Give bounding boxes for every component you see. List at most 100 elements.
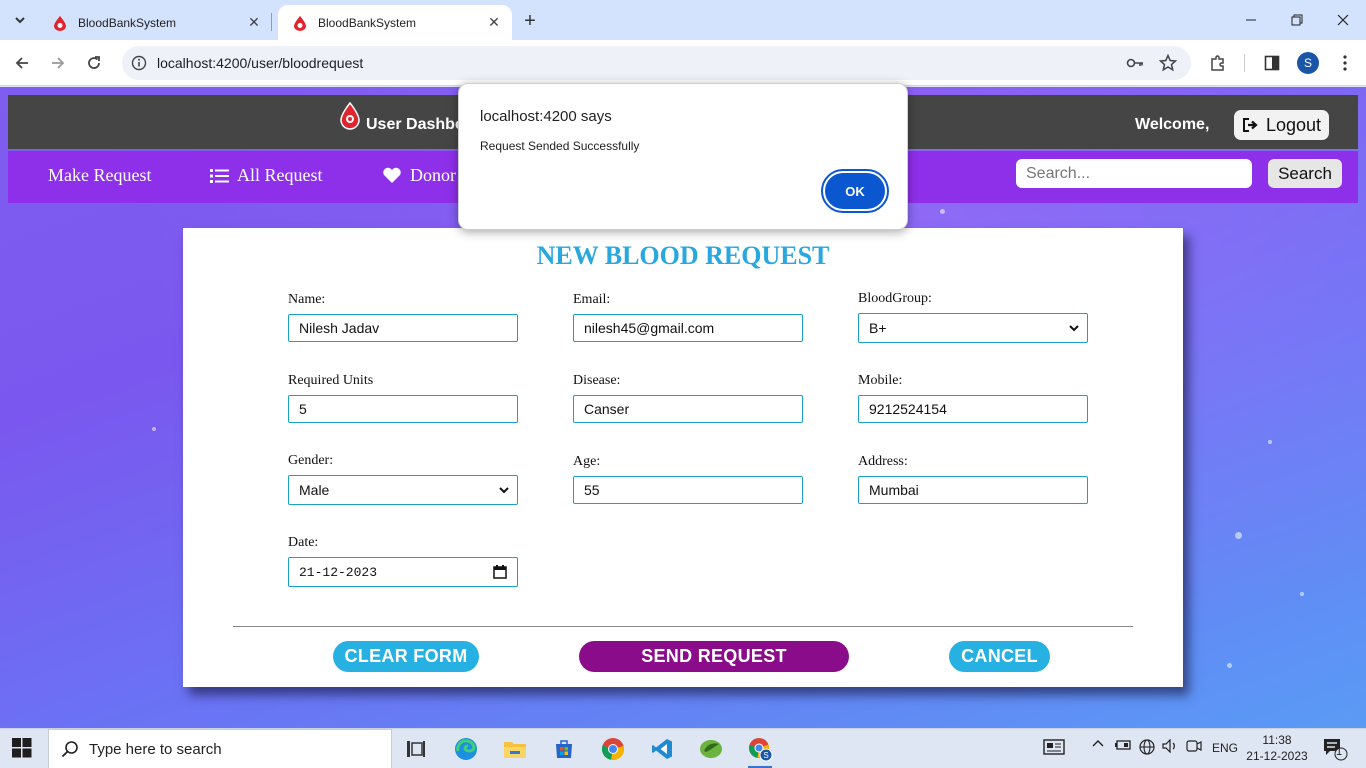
blood-drop-favicon-icon	[52, 15, 68, 31]
extensions-puzzle-icon[interactable]	[1207, 52, 1229, 74]
cancel-button[interactable]: CANCEL	[949, 641, 1050, 672]
site-info-icon[interactable]	[130, 54, 148, 72]
decorative-star	[1235, 532, 1242, 539]
tab-close-icon[interactable]: ✕	[246, 14, 262, 31]
taskbar-search-placeholder: Type here to search	[89, 740, 222, 758]
bookmark-star-icon[interactable]	[1158, 53, 1178, 73]
chrome-icon[interactable]	[593, 733, 633, 765]
units-label: Required Units	[288, 373, 374, 388]
password-key-icon[interactable]	[1125, 53, 1145, 73]
profile-avatar[interactable]: S	[1297, 52, 1319, 74]
dialog-ok-button[interactable]: OK	[821, 169, 889, 213]
date-input[interactable]: 21-12-2023	[288, 557, 518, 587]
meet-now-icon[interactable]	[1186, 739, 1202, 753]
units-input[interactable]: 5	[288, 395, 518, 423]
clock-time: 11:38	[1262, 733, 1292, 747]
search-button[interactable]: Search	[1268, 159, 1342, 188]
reload-icon[interactable]	[80, 49, 108, 77]
language-indicator[interactable]: ENG	[1212, 741, 1238, 755]
nav-make-request-label: Make Request	[48, 165, 152, 185]
nav-donor-label: Donor	[410, 165, 456, 185]
calendar-icon[interactable]	[493, 565, 507, 579]
email-label: Email:	[573, 292, 611, 307]
welcome-text: Welcome,	[1135, 116, 1210, 133]
dialog-ok-label: OK	[825, 173, 885, 209]
file-explorer-icon[interactable]	[495, 733, 535, 765]
alert-dialog: localhost:4200 says Request Sended Succe…	[458, 83, 908, 230]
bloodgroup-label: BloodGroup:	[858, 291, 932, 306]
taskbar-clock[interactable]: 11:38 21-12-2023	[1246, 732, 1308, 764]
address-bar[interactable]: localhost:4200/user/bloodrequest	[122, 46, 1191, 80]
back-arrow-icon[interactable]	[8, 49, 36, 77]
battery-icon[interactable]	[1114, 739, 1132, 751]
tab-separator	[271, 13, 272, 31]
nav-all-request[interactable]: All Request	[210, 165, 323, 186]
browser-tab-2[interactable]: BloodBankSystem ✕	[278, 5, 512, 40]
browser-toolbar: localhost:4200/user/bloodrequest S	[0, 40, 1366, 86]
tab-search-dropdown-button[interactable]	[6, 7, 34, 33]
task-view-icon[interactable]	[396, 733, 436, 765]
network-globe-icon[interactable]	[1139, 739, 1155, 755]
restore-window-icon[interactable]	[1274, 0, 1320, 40]
mobile-input[interactable]: 9212524154	[858, 395, 1088, 423]
blood-drop-favicon-icon	[292, 15, 308, 31]
name-input[interactable]: Nilesh Jadav	[288, 314, 518, 342]
edge-browser-icon[interactable]	[446, 733, 486, 765]
send-request-button[interactable]: SEND REQUEST	[579, 641, 849, 672]
tab-title: BloodBankSystem	[78, 15, 177, 30]
chevron-down-icon	[1069, 325, 1079, 332]
address-field-group: Address: Mumbai	[858, 454, 1088, 504]
spring-tool-icon[interactable]	[691, 733, 731, 765]
side-panel-icon[interactable]	[1261, 52, 1283, 74]
gender-field-group: Gender: Male	[288, 453, 518, 505]
browser-tab-bar: BloodBankSystem ✕ BloodBankSystem ✕ +	[0, 0, 1366, 40]
age-input[interactable]: 55	[573, 476, 803, 504]
toolbar-separator	[1244, 54, 1245, 72]
microsoft-store-icon[interactable]	[544, 733, 584, 765]
form-title: NEW BLOOD REQUEST	[536, 241, 830, 270]
logout-button[interactable]: Logout	[1234, 110, 1329, 140]
nav-make-request[interactable]: Make Request	[48, 165, 151, 186]
address-input[interactable]: Mumbai	[858, 476, 1088, 504]
nav-donor[interactable]: Donor	[382, 165, 456, 186]
chevron-down-icon	[15, 17, 25, 24]
speaker-volume-icon[interactable]	[1162, 739, 1178, 753]
age-label: Age:	[573, 454, 601, 469]
date-field-group: Date: 21-12-2023	[288, 535, 518, 587]
nav-all-request-label: All Request	[237, 165, 323, 185]
name-label: Name:	[288, 292, 326, 307]
search-input[interactable]	[1016, 159, 1252, 188]
bloodgroup-select[interactable]: B+	[858, 313, 1088, 343]
date-label: Date:	[288, 535, 319, 550]
more-menu-icon[interactable]	[1334, 52, 1356, 74]
decorative-star	[152, 427, 156, 431]
dashboard-title: User Dashbo	[366, 116, 465, 133]
vscode-icon[interactable]	[642, 733, 682, 765]
email-input[interactable]: nilesh45@gmail.com	[573, 314, 803, 342]
new-tab-plus-icon[interactable]: +	[518, 9, 542, 33]
forward-arrow-icon[interactable]	[44, 49, 72, 77]
chevron-up-icon[interactable]	[1092, 739, 1104, 747]
tab-close-icon[interactable]: ✕	[486, 14, 502, 31]
bloodgroup-value: B+	[869, 320, 887, 336]
clear-form-button[interactable]: CLEAR FORM	[333, 641, 479, 672]
dialog-message: Request Sended Successfully	[480, 139, 640, 153]
blood-request-form: NEW BLOOD REQUEST Name: Nilesh Jadav Ema…	[183, 228, 1183, 687]
windows-start-icon[interactable]	[12, 738, 34, 760]
news-widget-icon[interactable]	[1043, 739, 1065, 755]
decorative-star	[1300, 592, 1304, 596]
decorative-star	[1227, 663, 1232, 668]
browser-tab-1[interactable]: BloodBankSystem ✕	[38, 5, 272, 40]
url-text: localhost:4200/user/bloodrequest	[157, 55, 364, 71]
logout-label: Logout	[1265, 114, 1322, 135]
disease-label: Disease:	[573, 373, 621, 388]
minimize-window-icon[interactable]	[1228, 0, 1274, 40]
gender-select[interactable]: Male	[288, 475, 518, 505]
chevron-down-icon	[499, 487, 509, 494]
notification-center-icon[interactable]: 1	[1322, 737, 1348, 761]
disease-input[interactable]: Canser	[573, 395, 803, 423]
email-field-group: Email: nilesh45@gmail.com	[573, 292, 803, 342]
taskbar-search-box[interactable]: Type here to search	[48, 729, 392, 768]
chrome-profile-icon[interactable]: S	[740, 733, 780, 768]
close-window-icon[interactable]	[1320, 0, 1366, 40]
